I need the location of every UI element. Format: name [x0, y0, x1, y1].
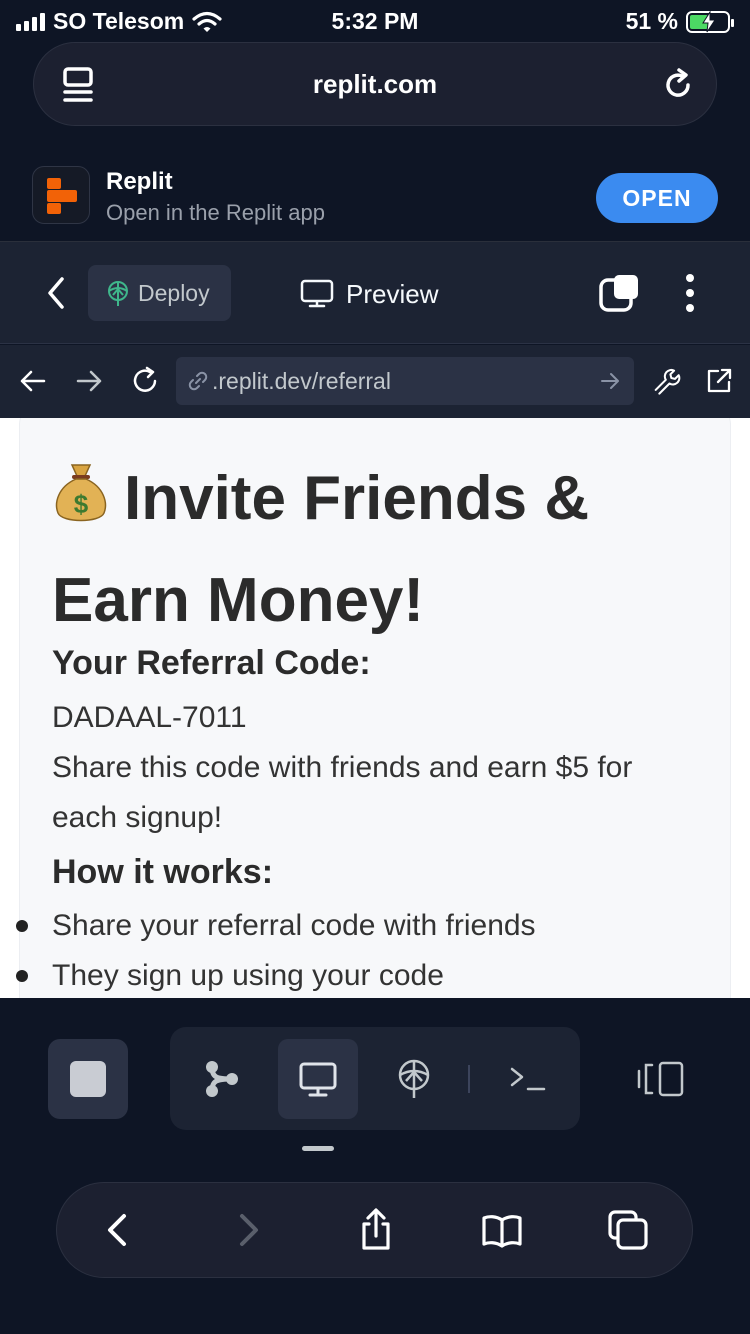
browser-url-bar[interactable]: replit.com	[33, 42, 717, 126]
replit-logo	[32, 166, 90, 224]
share-text-line2: each signup!	[52, 801, 223, 834]
link-icon	[188, 371, 208, 391]
svg-text:$: $	[74, 489, 89, 519]
deploy-label: Deploy	[138, 280, 210, 306]
shell-pane-button[interactable]	[488, 1039, 568, 1119]
stop-button[interactable]	[48, 1039, 128, 1119]
referral-code: DADAAL-7011	[52, 701, 247, 734]
deploy-button[interactable]: Deploy	[88, 265, 231, 321]
arrow-left-icon[interactable]	[18, 366, 48, 396]
git-pane-button[interactable]	[182, 1039, 262, 1119]
monitor-icon	[300, 279, 334, 308]
bullet-dot	[16, 920, 28, 932]
page-title: $ Invite Friends & Earn Money!	[52, 448, 732, 652]
webview-address-bar[interactable]: .replit.dev/referral	[176, 357, 634, 405]
bullet-dot	[16, 970, 28, 982]
title-line1: Invite Friends &	[124, 464, 590, 533]
reload-icon[interactable]	[660, 67, 696, 103]
deploy-icon	[108, 281, 128, 306]
webview-url[interactable]: .replit.dev/referral	[212, 368, 391, 395]
preview-label: Preview	[346, 278, 439, 309]
status-bar: SO Telesom 5:32 PM 51 %	[0, 0, 750, 40]
banner-app-subtitle: Open in the Replit app	[106, 200, 325, 225]
tabs-icon[interactable]	[598, 272, 640, 314]
bookmarks-icon[interactable]	[480, 1208, 524, 1252]
open-app-button[interactable]: OPEN	[596, 173, 718, 223]
preview-pane-button[interactable]	[278, 1039, 358, 1119]
deploy-pane-button[interactable]	[374, 1039, 454, 1119]
layout-toggle-icon[interactable]	[636, 1059, 686, 1099]
tabs-overview-icon[interactable]	[606, 1208, 650, 1252]
arrow-right-icon[interactable]	[74, 366, 104, 396]
stop-icon	[70, 1061, 106, 1097]
wrench-icon[interactable]	[652, 366, 682, 396]
pane-switcher	[170, 1027, 580, 1130]
charging-bolt-icon	[702, 10, 716, 32]
git-icon	[206, 1061, 238, 1097]
tab-preview[interactable]: Preview	[300, 276, 438, 312]
title-line2: Earn Money!	[52, 566, 425, 635]
banner-app-title: Replit	[106, 168, 173, 195]
battery-icon	[686, 10, 734, 33]
browser-url[interactable]: replit.com	[34, 69, 716, 100]
share-icon[interactable]	[354, 1208, 398, 1252]
how-heading: How it works:	[52, 853, 274, 891]
safari-back-icon[interactable]	[96, 1208, 140, 1252]
list-item: Share your referral code with friends	[52, 909, 536, 942]
open-external-icon[interactable]	[704, 366, 734, 396]
referral-heading: Your Referral Code:	[52, 644, 371, 682]
monitor-icon	[299, 1062, 337, 1097]
terminal-icon	[510, 1067, 546, 1091]
more-menu-icon[interactable]	[680, 272, 700, 314]
battery-percent: 51 %	[625, 8, 678, 34]
back-chevron-icon[interactable]	[42, 275, 70, 311]
status-right: 51 %	[625, 8, 734, 35]
refresh-icon[interactable]	[130, 366, 160, 396]
money-bag-icon: $	[55, 464, 107, 522]
replit-logo-icon	[47, 178, 77, 214]
pane-divider	[468, 1065, 470, 1093]
go-arrow-icon[interactable]	[600, 371, 620, 391]
safari-forward-icon[interactable]	[226, 1208, 270, 1252]
sheet-handle[interactable]	[302, 1146, 334, 1151]
share-text-line1: Share this code with friends and earn $5…	[52, 751, 633, 784]
list-item: They sign up using your code	[52, 959, 444, 992]
deploy-icon	[398, 1059, 430, 1098]
